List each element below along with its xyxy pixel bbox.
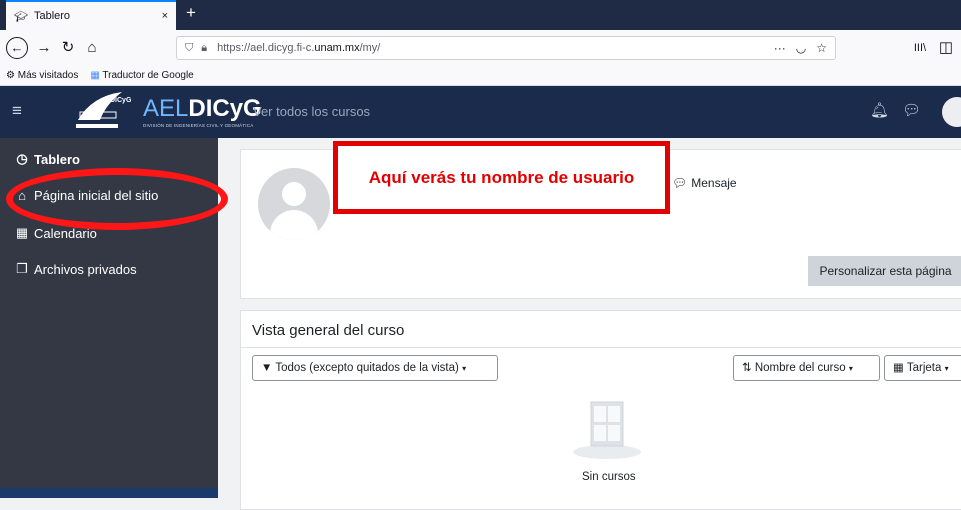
view-dropdown[interactable]: ▦ Tarjeta ▾ <box>884 355 961 381</box>
chat-bubble-icon[interactable]: 💬︎ <box>902 101 921 119</box>
tab-title: Tablero <box>33 10 71 22</box>
caret-down-icon: ▾ <box>462 364 467 373</box>
message-link[interactable]: 💬︎ Mensaje <box>672 176 737 190</box>
graduation-cap-icon: 🎓︎ <box>14 10 28 23</box>
svg-text:DICyG: DICyG <box>110 97 132 104</box>
dicyg-logo: DICyG <box>76 92 132 128</box>
new-tab-button[interactable]: + <box>182 4 200 22</box>
sidebar-footer <box>0 488 218 498</box>
calendar-icon: ▦ <box>15 225 29 240</box>
dashboard-gauge-icon: ◷ <box>16 151 28 166</box>
caret-down-icon: ▾ <box>944 364 949 373</box>
sort-icon: ⇅ <box>742 362 752 374</box>
shield-icon[interactable]: ⛉ <box>185 42 193 55</box>
sidebar-item-private-files[interactable]: ❐ Archivos privados <box>14 261 136 277</box>
hamburger-menu-icon[interactable]: ≡ <box>12 101 30 121</box>
filter-icon: ▼ <box>261 362 273 374</box>
browser-tab[interactable]: 🎓︎ Tablero × <box>6 0 176 30</box>
translate-icon: ▦ <box>90 70 100 81</box>
no-courses-illustration <box>573 401 641 459</box>
customize-page-button[interactable]: Personalizar esta página <box>808 256 961 286</box>
url-text: https://ael.dicyg.fi-c.unam.mx/my/ <box>217 42 381 54</box>
brand-subtitle: DIVISIÓN DE INGENIERÍAS CIVIL Y GEOMÁTIC… <box>143 123 254 128</box>
bookmark-star-icon[interactable]: ☆ <box>816 41 827 55</box>
library-icon[interactable]: III\ <box>910 38 930 58</box>
files-icon: ❐ <box>16 261 28 276</box>
grid-icon: ▦ <box>893 362 904 374</box>
no-courses-text: Sin cursos <box>582 471 636 483</box>
site-brand[interactable]: AELDICyG <box>143 94 262 124</box>
bookmark-most-visited[interactable]: ⚙ Más visitados <box>6 70 78 81</box>
course-overview-title: Vista general del curso <box>252 322 405 339</box>
caret-down-icon: ▾ <box>848 364 853 373</box>
sort-dropdown[interactable]: ⇅ Nombre del curso ▾ <box>733 355 880 381</box>
see-all-courses-link[interactable]: Ver todos los cursos <box>253 104 370 119</box>
user-picture <box>258 168 330 240</box>
forward-arrow-icon[interactable]: → <box>34 38 54 58</box>
divider <box>240 347 961 348</box>
address-bar[interactable]: ⛉ 🔒︎ https://ael.dicyg.fi-c.unam.mx/my/ … <box>176 36 836 60</box>
home-icon[interactable]: ⌂ <box>82 38 102 58</box>
annotation-callout: Aquí verás tu nombre de usuario <box>333 141 670 214</box>
tab-close-button[interactable]: × <box>162 10 168 22</box>
sidebar-item-tablero[interactable]: ◷ Tablero <box>14 151 80 167</box>
bookmarks-bar: ⚙ Más visitados ▦ Traductor de Google <box>0 66 961 86</box>
reload-icon[interactable]: ↻ <box>58 38 78 58</box>
chat-bubble-icon: 💬︎ <box>672 176 688 190</box>
back-arrow-icon[interactable]: ← <box>6 37 28 59</box>
page-actions-icon[interactable]: ··· <box>774 41 786 55</box>
lock-icon: 🔒︎ <box>201 41 208 54</box>
sidebar-toggle-icon[interactable]: ◫ <box>936 38 956 58</box>
bookmark-translator[interactable]: ▦ Traductor de Google <box>90 70 193 81</box>
filter-dropdown[interactable]: ▼ Todos (excepto quitados de la vista) ▾ <box>252 355 498 381</box>
highlight-oval <box>6 168 228 230</box>
bell-icon[interactable]: 🔔︎ <box>870 101 889 119</box>
pocket-icon[interactable]: ◡ <box>796 41 806 55</box>
